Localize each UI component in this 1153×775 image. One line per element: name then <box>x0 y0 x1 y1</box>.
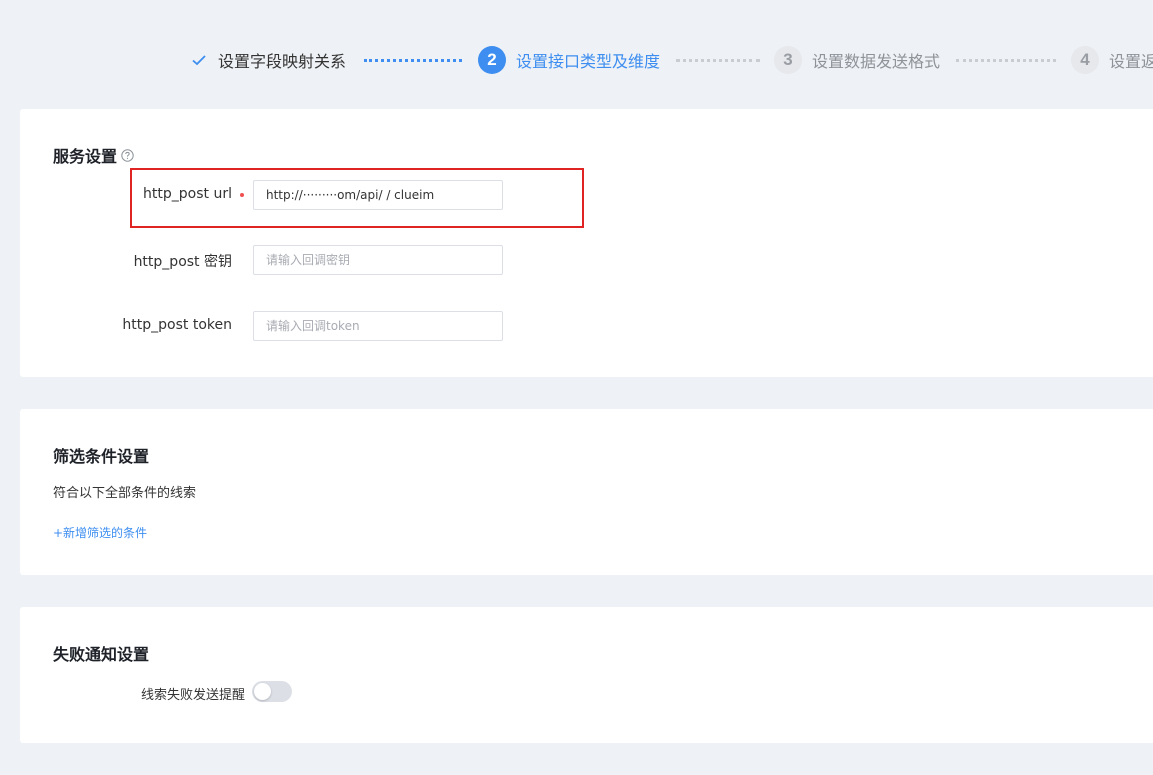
secret-label: http_post 密钥 <box>133 254 232 270</box>
token-label: http_post token <box>122 317 232 333</box>
required-marker <box>240 193 244 197</box>
step-2-number: 2 <box>478 46 506 74</box>
step-2[interactable]: 2 设置接口类型及维度 <box>478 44 660 76</box>
step-4[interactable]: 4 设置返 <box>1071 44 1153 76</box>
steps-bar: 设置字段映射关系 2 设置接口类型及维度 3 设置数据发送格式 4 设置返 <box>0 0 1153 108</box>
token-input[interactable] <box>253 311 503 341</box>
failure-alert-label: 线索失败发送提醒 <box>140 688 245 703</box>
url-label: http_post url <box>143 186 232 202</box>
step-4-number: 4 <box>1071 46 1099 74</box>
secret-row: http_post 密钥 <box>20 245 620 275</box>
filter-settings-title: 筛选条件设置 <box>53 447 150 466</box>
service-settings-title: 服务设置 <box>53 143 134 167</box>
question-circle-icon[interactable] <box>121 148 134 162</box>
step-2-label: 设置接口类型及维度 <box>516 52 661 71</box>
step-connector-2 <box>676 59 760 62</box>
step-3-number: 3 <box>774 46 802 74</box>
service-settings-title-text: 服务设置 <box>53 147 118 166</box>
failure-notification-title: 失败通知设置 <box>53 645 150 664</box>
add-filter-condition-button[interactable]: +新增筛选的条件 <box>53 524 147 541</box>
filter-settings-card: 筛选条件设置 符合以下全部条件的线索 +新增筛选的条件 <box>20 409 1153 575</box>
step-1-label: 设置字段映射关系 <box>218 52 347 71</box>
step-connector-1 <box>364 59 462 62</box>
step-3-label: 设置数据发送格式 <box>812 52 941 71</box>
step-connector-3 <box>956 59 1056 62</box>
check-icon <box>188 49 210 71</box>
failure-alert-toggle[interactable] <box>252 681 292 702</box>
failure-notification-card: 失败通知设置 线索失败发送提醒 <box>20 607 1153 743</box>
filter-description: 符合以下全部条件的线索 <box>53 486 197 501</box>
url-row: http_post url <box>20 180 620 210</box>
service-settings-card: 服务设置 http_post url http_post 密钥 http_pos… <box>20 109 1153 377</box>
failure-alert-row: 线索失败发送提醒 <box>20 680 420 704</box>
secret-input[interactable] <box>253 245 503 275</box>
toggle-knob <box>254 683 271 700</box>
step-4-label: 设置返 <box>1109 52 1153 71</box>
step-1[interactable]: 设置字段映射关系 <box>188 44 346 76</box>
step-3[interactable]: 3 设置数据发送格式 <box>774 44 940 76</box>
token-row: http_post token <box>20 311 620 341</box>
url-input[interactable] <box>253 180 503 210</box>
